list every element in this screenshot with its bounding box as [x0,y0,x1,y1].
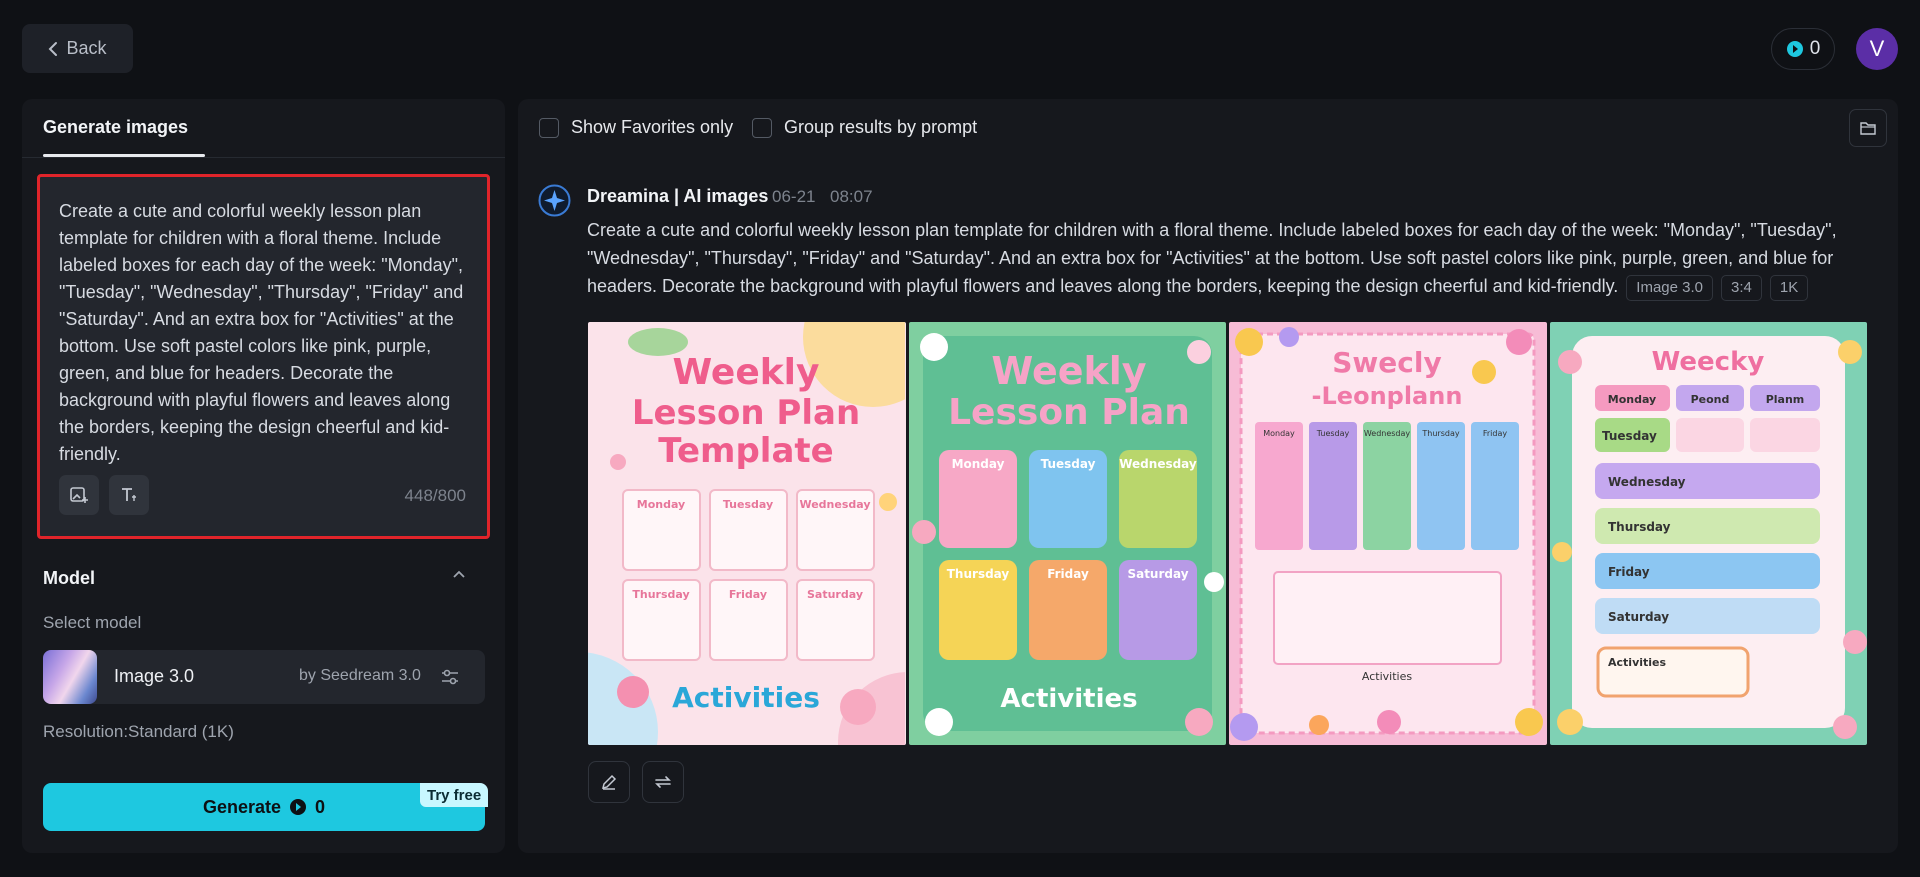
image-1-day: Saturday [807,588,863,601]
results-panel: Show Favorites only Group results by pro… [518,99,1898,853]
try-free-badge: Try free [420,783,489,807]
char-count: 448/800 [404,486,466,505]
credit-icon [290,799,307,815]
image-2-day: Monday [951,457,1004,471]
image-2-title-line: Lesson Plan [948,392,1190,433]
image-2-day: Friday [1047,567,1089,581]
image-3-day: Friday [1483,429,1508,438]
author-name: Dreamina | AI images [587,186,769,206]
dreamina-logo-icon [538,184,571,217]
settings-sliders-icon[interactable] [439,666,461,688]
model-provider: by Seedream 3.0 [299,667,421,684]
regenerate-button[interactable] [642,761,684,803]
text-style-icon [122,488,136,501]
image-4-day: Friday [1608,565,1650,579]
select-model-label: Select model [43,613,142,632]
image-4-top-day: Monday [1607,393,1655,406]
result-date: 06-21 [772,187,816,206]
image-4-day: Thursday [1608,520,1671,534]
generate-label: Generate [202,796,282,817]
credit-icon [1786,41,1803,57]
generate-button[interactable]: Generate 0 [43,783,485,831]
tab-generate-images[interactable]: Generate images [43,117,188,138]
image-3-day: Thursday [1421,429,1459,438]
chevron-left-icon [49,41,58,56]
show-favorites-label[interactable]: Show Favorites only [571,117,733,138]
image-4-activities: Activities [1608,656,1666,669]
image-1-title-line: Weekly [672,352,819,393]
image-1-day: Thursday [632,588,689,601]
image-2-day: Tuesday [1040,457,1095,471]
back-button[interactable]: Back [22,24,133,73]
image-1-day: Wednesday [799,498,870,511]
generate-cost: 0 [315,796,326,817]
folder-button[interactable] [1849,109,1887,147]
top-bar: Back 0 V [0,0,1920,96]
model-section-title: Model [43,568,95,588]
chevron-up-icon[interactable] [452,569,466,579]
generate-panel: Generate images Create a cute and colorf… [22,99,505,853]
tag-resolution: 1K [1769,275,1809,301]
image-add-icon [70,487,88,503]
image-4-day: Tuesday [1602,429,1657,443]
back-label: Back [66,38,107,58]
tag-model: Image 3.0 [1626,275,1714,301]
image-1-day: Tuesday [723,498,773,511]
image-2-day: Saturday [1127,567,1188,581]
result-prompt: Create a cute and colorful weekly lesson… [587,216,1877,301]
tab-divider [22,157,505,158]
folder-icon [1860,122,1876,135]
image-3-day: Monday [1263,429,1295,438]
image-2-title-line: Weekly [991,349,1146,393]
image-4-top-day: Planm [1765,393,1804,406]
tag-ratio: 3:4 [1721,275,1762,301]
credits-count: 0 [1809,38,1821,59]
image-2-artwork: Weekly Lesson Plan Monday Tuesday Wednes… [911,333,1224,736]
image-3-title-line: Swecly [1332,346,1441,379]
prompt-input[interactable]: Create a cute and colorful weekly lesson… [37,174,490,539]
image-1-title-line: Lesson Plan [632,393,860,433]
image-2-day: Thursday [946,567,1009,581]
resolution-label[interactable]: Resolution:Standard (1K) [43,722,234,742]
add-image-button[interactable] [59,475,99,515]
result-images: Weekly Lesson Plan Template Monday Tuesd… [588,322,1867,745]
image-4-artwork: Weecky Monday Peond Planm Tuesday Wednes… [1551,336,1867,739]
image-3-activities: Activities [1362,670,1412,683]
group-results-label[interactable]: Group results by prompt [784,117,977,138]
image-3-day: Tuesday [1316,429,1350,438]
avatar[interactable]: V [1856,28,1898,70]
text-style-button[interactable] [109,475,149,515]
image-2-day: Wednesday [1119,457,1197,471]
image-4-top-day: Peond [1690,393,1729,406]
result-image-4[interactable]: Weecky Monday Peond Planm Tuesday Wednes… [1549,322,1867,745]
prompt-text[interactable]: Create a cute and colorful weekly lesson… [59,198,469,468]
image-1-artwork: Weekly Lesson Plan Template Monday Tuesd… [588,322,906,745]
model-selector[interactable]: Image 3.0 by Seedream 3.0 [43,650,485,704]
image-3-day: Wednesday [1364,429,1411,438]
image-3-artwork: Swecly -Leonplann Monday Tuesday Wednesd… [1230,327,1543,741]
image-2-activities: Activities [1000,684,1137,714]
result-image-3[interactable]: Swecly -Leonplann Monday Tuesday Wednesd… [1229,322,1547,745]
result-time: 08:07 [830,187,873,206]
image-1-title-line: Template [658,431,833,471]
edit-icon [601,774,617,790]
edit-button[interactable] [588,761,630,803]
regenerate-icon [655,776,671,788]
image-1-activities: Activities [672,681,820,714]
image-4-day: Saturday [1608,610,1669,624]
model-name: Image 3.0 [114,666,195,686]
credits-pill[interactable]: 0 [1771,28,1835,70]
image-1-day: Friday [729,588,767,601]
result-image-1[interactable]: Weekly Lesson Plan Template Monday Tuesd… [588,322,906,745]
image-4-day: Wednesday [1608,475,1686,489]
group-results-checkbox[interactable] [752,118,772,138]
show-favorites-checkbox[interactable] [539,118,559,138]
image-1-day: Monday [637,498,685,511]
image-4-title-line: Weecky [1651,347,1764,377]
model-thumbnail [43,650,97,704]
image-3-title-line: -Leonplann [1312,382,1463,410]
result-image-2[interactable]: Weekly Lesson Plan Monday Tuesday Wednes… [908,322,1226,745]
